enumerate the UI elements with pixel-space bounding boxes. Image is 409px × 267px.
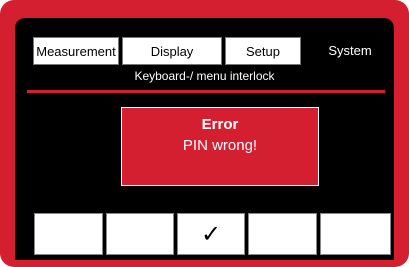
softkey-bar: ✓ <box>34 213 391 255</box>
tab-system[interactable]: System <box>313 37 387 65</box>
softkey-2[interactable] <box>106 213 174 255</box>
tab-display[interactable]: Display <box>122 37 222 65</box>
submenu-title: Keyboard-/ menu interlock <box>134 69 275 83</box>
softkey-5[interactable] <box>320 213 391 255</box>
tab-setup[interactable]: Setup <box>225 37 301 65</box>
softkey-1[interactable] <box>34 213 103 255</box>
tab-measurement[interactable]: Measurement <box>33 37 119 65</box>
softkey-3[interactable]: ✓ <box>177 213 245 255</box>
error-message: PIN wrong! <box>182 137 258 154</box>
error-title: Error <box>201 116 239 133</box>
softkey-4[interactable] <box>248 213 317 255</box>
device-frame: Measurement Display Setup System Keyboar… <box>0 0 409 267</box>
menu-tabs: Measurement Display Setup System <box>33 37 389 65</box>
divider <box>27 90 385 93</box>
checkmark-icon: ✓ <box>200 221 222 248</box>
error-dialog: Error PIN wrong! <box>121 107 319 186</box>
display-screen: Measurement Display Setup System Keyboar… <box>15 18 394 260</box>
